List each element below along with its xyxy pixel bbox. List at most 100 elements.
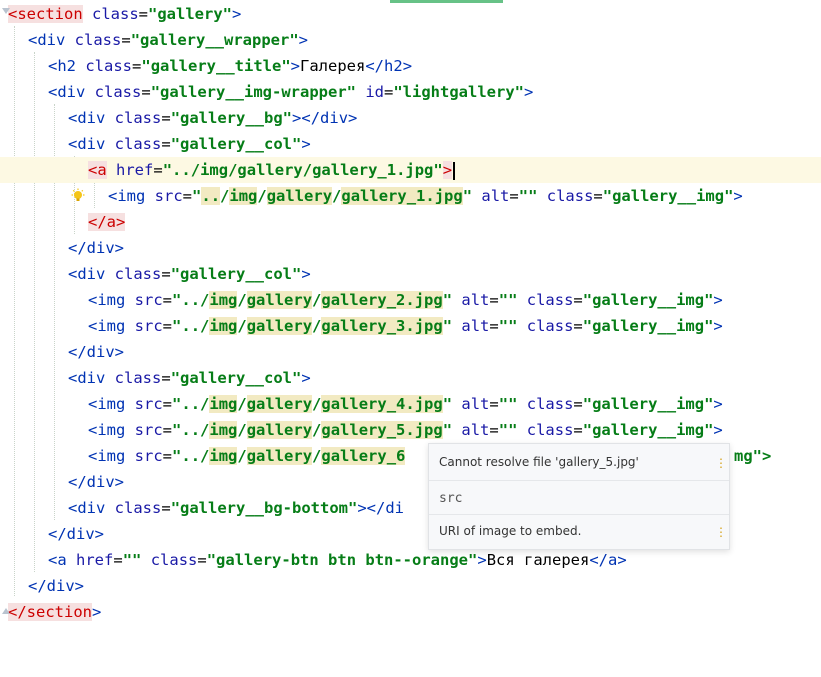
attr-name: class [105, 135, 162, 153]
tag-close: </div> [68, 473, 125, 491]
tag-open: <img [88, 447, 126, 465]
text-content: Вся галерея [486, 551, 590, 569]
attr-name: class [105, 499, 162, 517]
code-line[interactable]: </section> [0, 599, 821, 625]
divider [429, 514, 729, 515]
attr-value: "gallery__img" [582, 317, 714, 335]
attr-name: class [517, 395, 574, 413]
attr-value: "gallery__img" [582, 291, 714, 309]
tag-open: <section [8, 5, 83, 23]
tag-open: <div [68, 109, 106, 127]
divider [429, 480, 729, 481]
text-content: Галерея [300, 57, 366, 75]
code-line[interactable]: <div class="gallery__wrapper"> [0, 27, 821, 53]
attr-name: class [537, 187, 594, 205]
tag-close: </a> [88, 213, 126, 231]
more-vertical-icon[interactable]: ⋮ [715, 526, 727, 538]
attr-name: id [356, 83, 384, 101]
attr-name: src [145, 187, 183, 205]
attr-name: class [105, 265, 162, 283]
attr-name: class [517, 317, 574, 335]
tag-open: <img [88, 421, 126, 439]
attr-name: class [82, 5, 139, 23]
fold-marker-icon[interactable] [2, 606, 10, 614]
tag-open: <img [88, 395, 126, 413]
attr-value: "gallery__title" [141, 57, 291, 75]
code-line-current[interactable]: <a href="../img/gallery/gallery_1.jpg"> [0, 157, 821, 201]
attr-name: src [125, 317, 163, 335]
attr-name: alt [452, 317, 490, 335]
attr-value: "gallery__img" [602, 187, 734, 205]
attr-value: "" [498, 317, 518, 335]
tag-open: <div [48, 83, 86, 101]
attr-name: alt [472, 187, 510, 205]
attr-value: "../img/gallery/gallery_2.jpg" [172, 291, 453, 309]
code-line[interactable]: <div class="gallery__col"> [0, 261, 821, 287]
attr-name: alt [452, 395, 490, 413]
more-vertical-icon[interactable]: ⋮ [715, 457, 727, 469]
attr-name: class [105, 109, 162, 127]
tag-open: <div [68, 135, 106, 153]
attr-value: "gallery__bg" [170, 109, 293, 127]
attr-value: "../img/gallery/gallery_1.jpg" [192, 187, 473, 205]
attr-name: class [105, 369, 162, 387]
attr-name: src [125, 395, 163, 413]
attr-name: alt [452, 291, 490, 309]
attr-name: class [517, 421, 574, 439]
tag-open: <img [88, 317, 126, 335]
code-line[interactable]: </div> [0, 573, 821, 599]
code-line[interactable]: <img src="../img/gallery/gallery_4.jpg" … [0, 391, 821, 417]
tag-open: <a [48, 551, 67, 569]
code-line[interactable]: <img src="../img/gallery/gallery_5.jpg" … [0, 417, 821, 443]
attr-name: href [106, 161, 154, 179]
code-line[interactable]: <div class="gallery__col"> [0, 131, 821, 157]
code-line[interactable]: <img src="../img/gallery/gallery_1.jpg" … [0, 183, 821, 209]
attr-name: class [141, 551, 198, 569]
code-line[interactable]: <section class="gallery"> [0, 1, 821, 27]
code-line[interactable]: <div class="gallery__col"> [0, 365, 821, 391]
quick-documentation-popup[interactable]: Cannot resolve file 'gallery_5.jpg' ⋮ sr… [428, 443, 730, 550]
fold-marker-icon[interactable] [2, 8, 10, 16]
attr-name: class [517, 291, 574, 309]
attr-value: "gallery__img" [582, 395, 714, 413]
attr-value: "../img/gallery/gallery_5.jpg" [172, 421, 453, 439]
attribute-description: URI of image to embed. [439, 524, 582, 538]
attr-value: "../img/gallery/gallery_1.jpg" [162, 161, 443, 179]
attr-value: "" [498, 291, 518, 309]
attr-value: "gallery__col" [170, 135, 302, 153]
attr-name: class [76, 57, 133, 75]
attr-value: "" [122, 551, 142, 569]
attr-name: src [125, 447, 163, 465]
code-line[interactable]: </div> [0, 339, 821, 365]
tag-open: <div [68, 369, 106, 387]
code-line[interactable]: </div> [0, 235, 821, 261]
tag-close: </section [8, 603, 92, 621]
code-line[interactable]: </a> [0, 209, 821, 235]
tag-open: <img [88, 291, 126, 309]
attr-value: "lightgallery" [393, 83, 524, 101]
tag-open: <div [28, 31, 66, 49]
attr-value: "../img/gallery/gallery_4.jpg" [172, 395, 453, 413]
attr-name: alt [452, 421, 490, 439]
tag-close: </div> [48, 525, 105, 543]
tag-close: </div> [68, 239, 125, 257]
attr-value: "gallery__img-wrapper" [150, 83, 356, 101]
code-line[interactable]: <div class="gallery__bg"></div> [0, 105, 821, 131]
attr-value: "gallery" [148, 5, 233, 23]
attr-value: "gallery__bg-bottom" [170, 499, 358, 517]
code-line[interactable]: <img src="../img/gallery/gallery_3.jpg" … [0, 313, 821, 339]
tag-open: <h2 [48, 57, 77, 75]
code-line[interactable]: <div class="gallery__img-wrapper" id="li… [0, 79, 821, 105]
code-line[interactable]: <h2 class="gallery__title">Галерея</h2> [0, 53, 821, 79]
lightbulb-icon[interactable] [14, 160, 85, 201]
code-line[interactable]: <img src="../img/gallery/gallery_2.jpg" … [0, 287, 821, 313]
attr-name: class [85, 83, 142, 101]
attr-name: src [125, 291, 163, 309]
attr-value: "" [498, 421, 518, 439]
tag-open: <div [68, 265, 106, 283]
code-line[interactable]: <a href="" class="gallery-btn btn btn--o… [0, 547, 821, 573]
attr-value: "../img/gallery/gallery_3.jpg" [172, 317, 453, 335]
attr-name: class [65, 31, 122, 49]
attr-value-tail: mg"> [734, 447, 772, 465]
text-caret [453, 161, 456, 180]
